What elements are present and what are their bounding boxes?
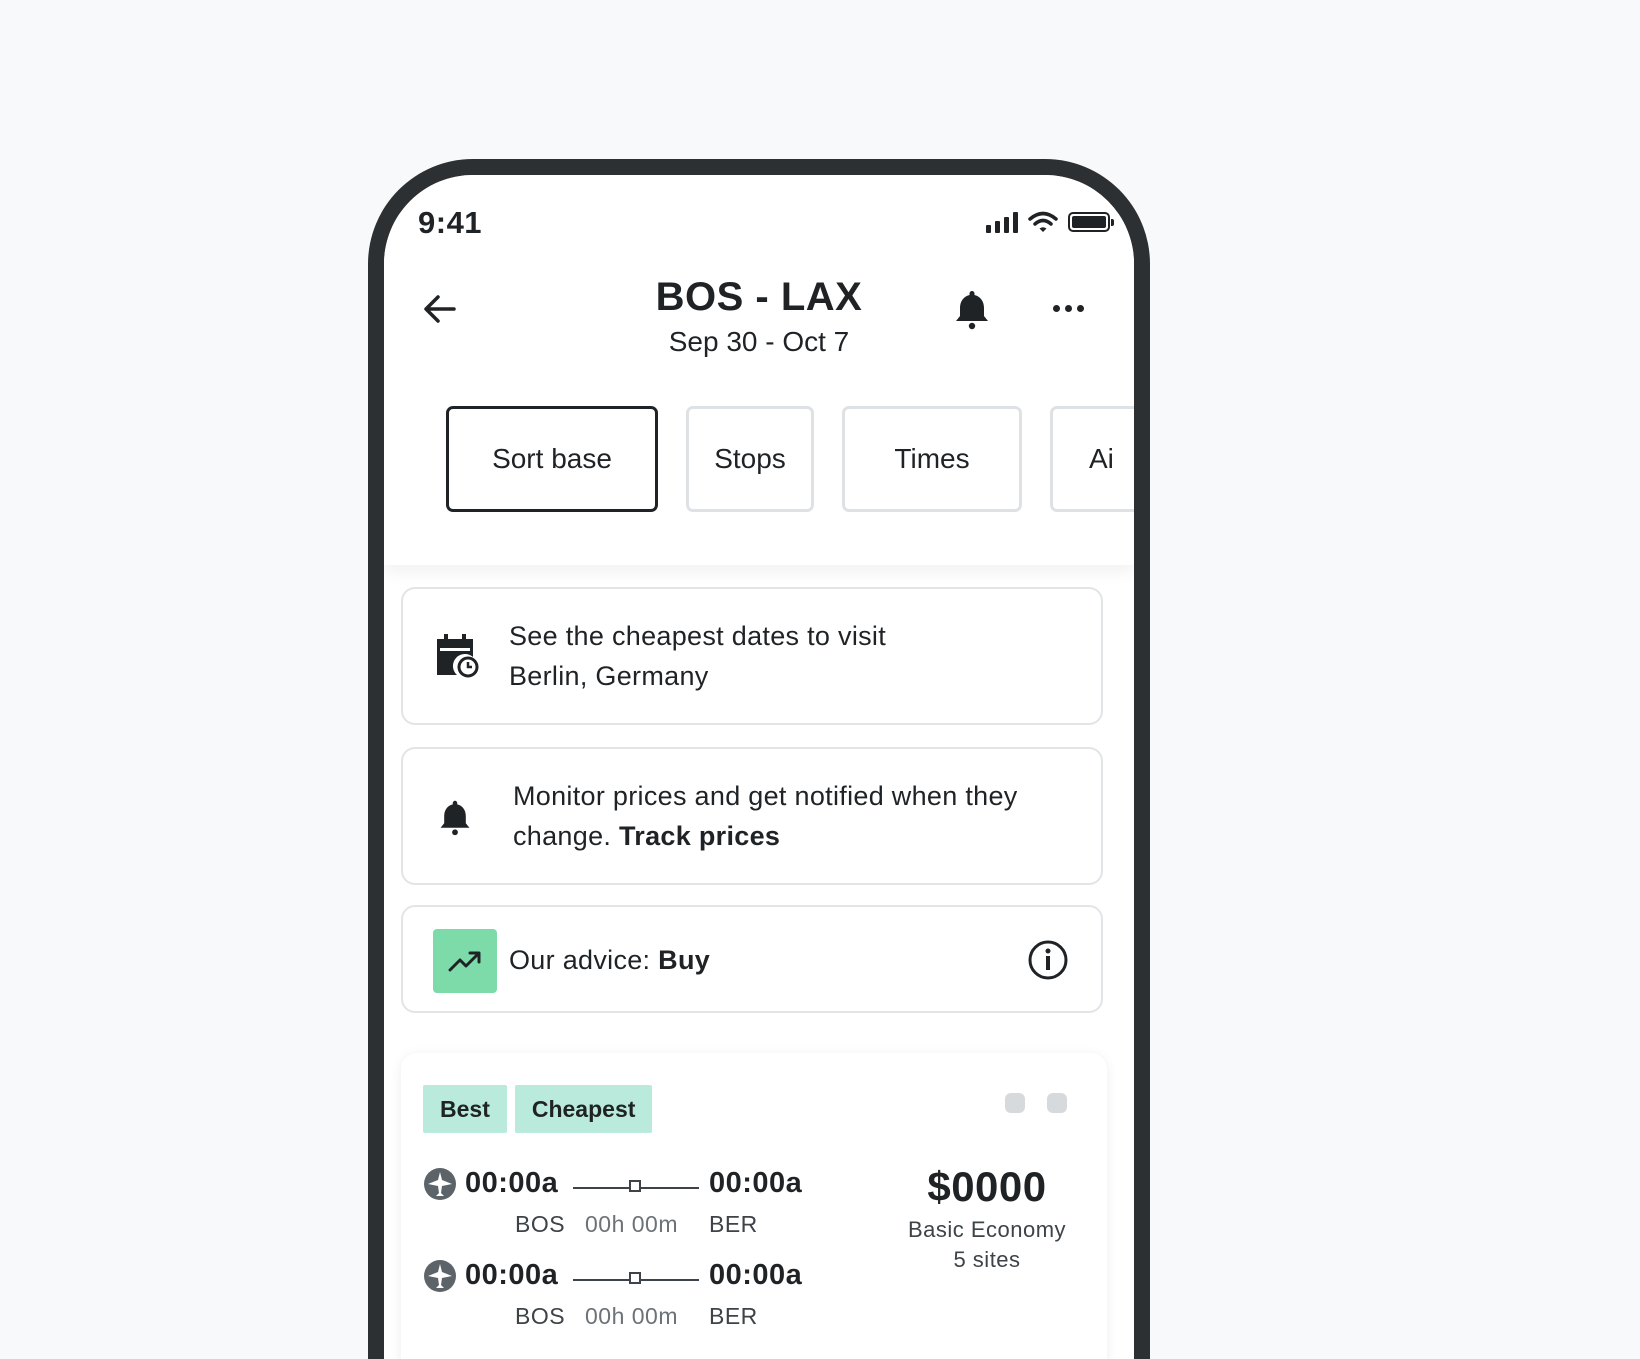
advice-text: Our advice: Buy — [509, 940, 710, 980]
trip-dates: Sep 30 - Oct 7 — [668, 326, 850, 357]
filter-times[interactable]: Times — [842, 406, 1022, 512]
calendar-clock-icon — [437, 634, 479, 678]
tag-best: Best — [423, 1085, 507, 1133]
signal-icon — [986, 211, 1018, 233]
price-block: $0000 Basic Economy 5 sites — [887, 1163, 1087, 1273]
stop-indicator — [629, 1180, 641, 1192]
arrive-time: 00:00a — [709, 1259, 803, 1291]
page-title: BOS - LAX Sep 30 - Oct 7 — [384, 275, 1134, 358]
airline-logo-icon — [424, 1168, 456, 1200]
flight-leg-outbound: 00:00a 00:00a BOS 00h 00m BER — [423, 1167, 843, 1247]
filter-bar: Sort base Stops Times Ai — [446, 406, 1134, 512]
bell-icon[interactable] — [952, 287, 992, 331]
cheapest-dates-card[interactable]: See the cheapest dates to visit Berlin, … — [401, 587, 1103, 725]
price: $0000 — [927, 1163, 1047, 1210]
wifi-icon — [1028, 211, 1058, 232]
depart-time: 00:00a — [465, 1259, 559, 1291]
cheapest-dates-line1: See the cheapest dates to visit — [509, 621, 887, 651]
advice-value: Buy — [658, 945, 711, 975]
carousel-dots — [1005, 1093, 1067, 1113]
cheapest-dates-text: See the cheapest dates to visit Berlin, … — [509, 616, 886, 696]
origin-code: BOS — [515, 1211, 566, 1237]
track-prices-card: Monitor prices and get notified when the… — [401, 747, 1103, 885]
airline-logo-icon — [424, 1260, 456, 1292]
status-time: 9:41 — [418, 205, 483, 240]
flight-duration: 00h 00m — [585, 1211, 679, 1237]
advice-label: Our advice: — [509, 945, 651, 975]
flight-leg-return: 00:00a 00:00a BOS 00h 00m BER — [423, 1259, 843, 1339]
sites-count: 5 sites — [953, 1247, 1021, 1272]
route-title: BOS - LAX — [655, 275, 863, 319]
depart-time: 00:00a — [465, 1167, 559, 1199]
filter-stops[interactable]: Stops — [686, 406, 814, 512]
arrive-time: 00:00a — [709, 1167, 803, 1199]
trending-up-icon — [433, 929, 497, 993]
filter-sort-base[interactable]: Sort base — [446, 406, 658, 512]
cheapest-dates-destination: Berlin, Germany — [509, 661, 709, 691]
result-tags: Best Cheapest — [423, 1085, 653, 1133]
monitor-prices-text: Monitor prices and get notified when the… — [513, 776, 1073, 856]
bell-icon — [440, 800, 470, 836]
flight-duration: 00h 00m — [585, 1303, 679, 1329]
phone-frame: 9:41 BOS - LAX Sep 30 - Oct 7 Sort base … — [368, 159, 1150, 1359]
stop-indicator — [629, 1272, 641, 1284]
status-icons — [986, 211, 1114, 233]
destination-code: BER — [709, 1211, 758, 1237]
flight-result-card[interactable]: Best Cheapest 00:00a 00:00a BOS 00h 00m … — [401, 1053, 1107, 1359]
track-prices-link[interactable]: Track prices — [619, 821, 780, 851]
more-options-icon[interactable] — [1048, 293, 1088, 323]
filter-airlines[interactable]: Ai — [1050, 406, 1134, 512]
origin-code: BOS — [515, 1303, 566, 1329]
tag-cheapest: Cheapest — [514, 1085, 653, 1133]
header: 9:41 BOS - LAX Sep 30 - Oct 7 Sort base … — [384, 175, 1134, 565]
info-icon[interactable] — [1027, 939, 1069, 981]
destination-code: BER — [709, 1303, 758, 1329]
cabin-class: Basic Economy — [907, 1217, 1067, 1242]
advice-card: Our advice: Buy — [401, 905, 1103, 1013]
battery-icon — [1068, 212, 1114, 232]
